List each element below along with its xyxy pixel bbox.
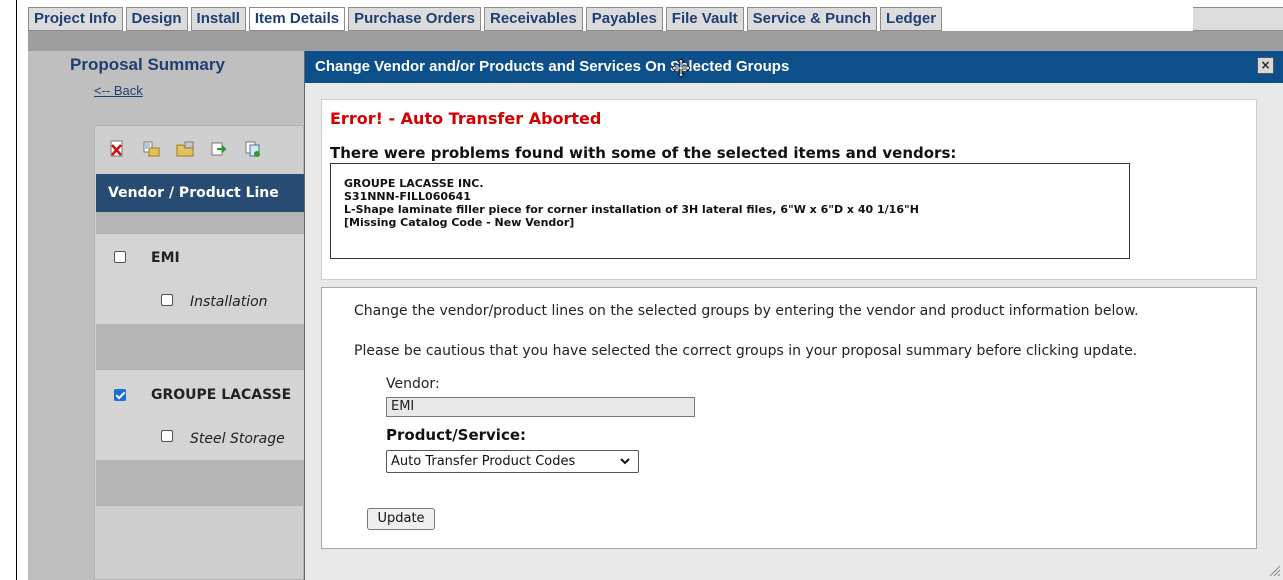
group-vendor-label: GROUPE LACASSE [151, 387, 292, 403]
error-title: Error! - Auto Transfer Aborted [330, 109, 602, 128]
error-vendor-name: GROUPE LACASSE INC. [344, 177, 484, 190]
warning-text: Please be cautious that you have selecte… [354, 343, 1138, 359]
tab-item-details[interactable]: Item Details [248, 7, 346, 31]
product-line-label: Installation [190, 294, 268, 310]
close-button[interactable]: × [1257, 57, 1274, 74]
product-service-label: Product/Service: [386, 426, 527, 444]
product-line-label: Steel Storage [190, 431, 285, 447]
instruction-text: Change the vendor/product lines on the s… [354, 303, 1139, 319]
vendor-input[interactable]: EMI [386, 397, 695, 417]
app-window: Project Info Design Install Item Details… [0, 0, 1283, 580]
export-arrow-icon[interactable] [210, 140, 228, 158]
resize-grip-icon[interactable] [1265, 561, 1281, 577]
new-folder-doc-icon[interactable] [142, 140, 160, 158]
tab-bar-filler [1193, 7, 1283, 31]
error-subtitle: There were problems found with some of t… [330, 144, 957, 162]
copy-doc-icon[interactable] [244, 140, 262, 158]
update-button[interactable]: Update [367, 508, 435, 530]
product-checkbox-steel-storage[interactable] [161, 430, 173, 442]
tab-bar: Project Info Design Install Item Details… [28, 7, 945, 31]
tab-ledger[interactable]: Ledger [880, 7, 943, 31]
open-folder-icon[interactable] [176, 140, 194, 158]
tab-purchase-orders[interactable]: Purchase Orders [348, 7, 481, 31]
summary-toolbar [108, 140, 262, 158]
group-checkbox-emi[interactable] [114, 251, 126, 263]
tab-service-punch[interactable]: Service & Punch [746, 7, 878, 31]
product-service-selected: Auto Transfer Product Codes [391, 454, 576, 469]
dialog-title: Change Vendor and/or Products and Servic… [315, 58, 790, 75]
change-vendor-dialog: Change Vendor and/or Products and Servic… [304, 51, 1283, 580]
tab-file-vault[interactable]: File Vault [665, 7, 744, 31]
dialog-titlebar[interactable]: Change Vendor and/or Products and Servic… [305, 51, 1283, 83]
group-row [96, 234, 304, 284]
error-item-description: L-Shape laminate filler piece for corner… [344, 203, 919, 216]
tab-payables[interactable]: Payables [585, 7, 663, 31]
window-edge [16, 0, 17, 580]
header-strip [28, 31, 1283, 51]
group-separator [96, 212, 304, 234]
group-separator [96, 324, 304, 370]
error-details-box: GROUPE LACASSE INC. S31NNN-FILL060641 L-… [330, 163, 1130, 259]
product-checkbox-installation[interactable] [161, 294, 173, 306]
tab-project-info[interactable]: Project Info [28, 7, 123, 31]
error-panel: Error! - Auto Transfer Aborted There wer… [321, 99, 1257, 280]
error-reason: [Missing Catalog Code - New Vendor] [344, 216, 575, 229]
back-link[interactable]: <-- Back [94, 83, 143, 98]
page-title: Proposal Summary [70, 55, 225, 74]
tab-receivables[interactable]: Receivables [484, 7, 583, 31]
change-form-panel: Change the vendor/product lines on the s… [321, 287, 1257, 549]
group-separator [96, 460, 304, 506]
product-service-select[interactable]: Auto Transfer Product Codes [386, 450, 639, 473]
group-checkbox-groupe-lacasse[interactable] [114, 389, 126, 401]
error-item-code: S31NNN-FILL060641 [344, 190, 471, 203]
move-cursor-icon [672, 58, 690, 78]
tab-design[interactable]: Design [125, 7, 188, 31]
chevron-down-icon [620, 458, 630, 465]
group-vendor-label: EMI [151, 250, 180, 266]
delete-doc-icon[interactable] [108, 140, 126, 158]
tab-install[interactable]: Install [190, 7, 246, 31]
vendor-label: Vendor: [386, 376, 440, 392]
vendor-column-header: Vendor / Product Line [96, 174, 304, 212]
